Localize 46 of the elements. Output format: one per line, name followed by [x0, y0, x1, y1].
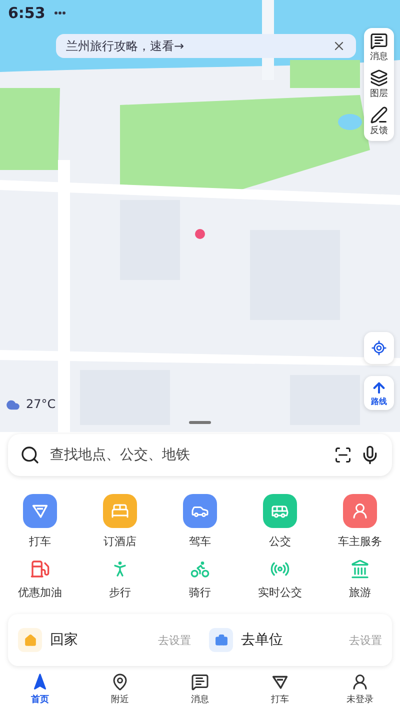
search-icon[interactable]	[20, 445, 40, 465]
shortcut-label[interactable]: 去单位	[241, 631, 341, 649]
nav-tab[interactable]: 消息	[160, 672, 240, 706]
locate-button[interactable]	[364, 332, 394, 364]
service-item[interactable]: 订酒店	[80, 494, 160, 549]
briefcase-icon	[214, 634, 228, 646]
message-icon[interactable]	[370, 32, 388, 50]
service-item[interactable]: 车主服务	[320, 494, 400, 549]
weather-temperature: 27°C	[26, 397, 56, 411]
promo-banner[interactable]: 兰州旅行攻略，速看→	[56, 34, 356, 58]
nav-tab[interactable]: 首页	[0, 672, 80, 706]
tool-item[interactable]: 步行	[80, 559, 160, 600]
person-icon	[351, 502, 369, 520]
scan-icon[interactable]	[334, 446, 352, 464]
service-item[interactable]: 打车	[0, 494, 80, 549]
locate-icon	[371, 340, 387, 356]
pen-icon[interactable]	[370, 106, 388, 124]
layers-icon[interactable]	[370, 69, 388, 87]
tool-item[interactable]: 实时公交	[240, 559, 320, 600]
tool-label[interactable]: 消息	[370, 50, 388, 63]
tool-item[interactable]: 骑行	[160, 559, 240, 600]
bed-icon	[111, 502, 129, 520]
navigation-arrow-icon	[31, 672, 49, 690]
nav-tab[interactable]: 附近	[80, 672, 160, 706]
taxi-icon	[31, 502, 49, 520]
message-icon	[191, 672, 209, 690]
status-time: 6:53	[8, 4, 46, 22]
shortcut-label[interactable]: 回家	[50, 631, 150, 649]
more-dots-icon	[54, 11, 66, 15]
tool-item[interactable]: 优惠加油	[0, 559, 80, 600]
tool-item[interactable]: 旅游	[320, 559, 400, 600]
nav-tab[interactable]: 未登录	[320, 672, 400, 706]
service-item[interactable]: 驾车	[160, 494, 240, 549]
service-item[interactable]: 公交	[240, 494, 320, 549]
search-field[interactable]: 查找地点、公交、地铁	[48, 446, 326, 464]
user-icon	[351, 672, 369, 690]
tool-label[interactable]: 反馈	[370, 124, 388, 137]
banner-text: 兰州旅行攻略，速看→	[66, 38, 184, 54]
close-icon[interactable]	[332, 39, 346, 53]
nav-tab[interactable]: 打车	[240, 672, 320, 706]
house-icon	[24, 634, 36, 646]
route-button[interactable]: 路线	[364, 376, 394, 410]
cloud-icon	[6, 398, 20, 412]
drag-handle[interactable]	[189, 421, 211, 424]
map-pin-icon	[111, 672, 129, 690]
tool-label[interactable]: 图层	[370, 87, 388, 100]
